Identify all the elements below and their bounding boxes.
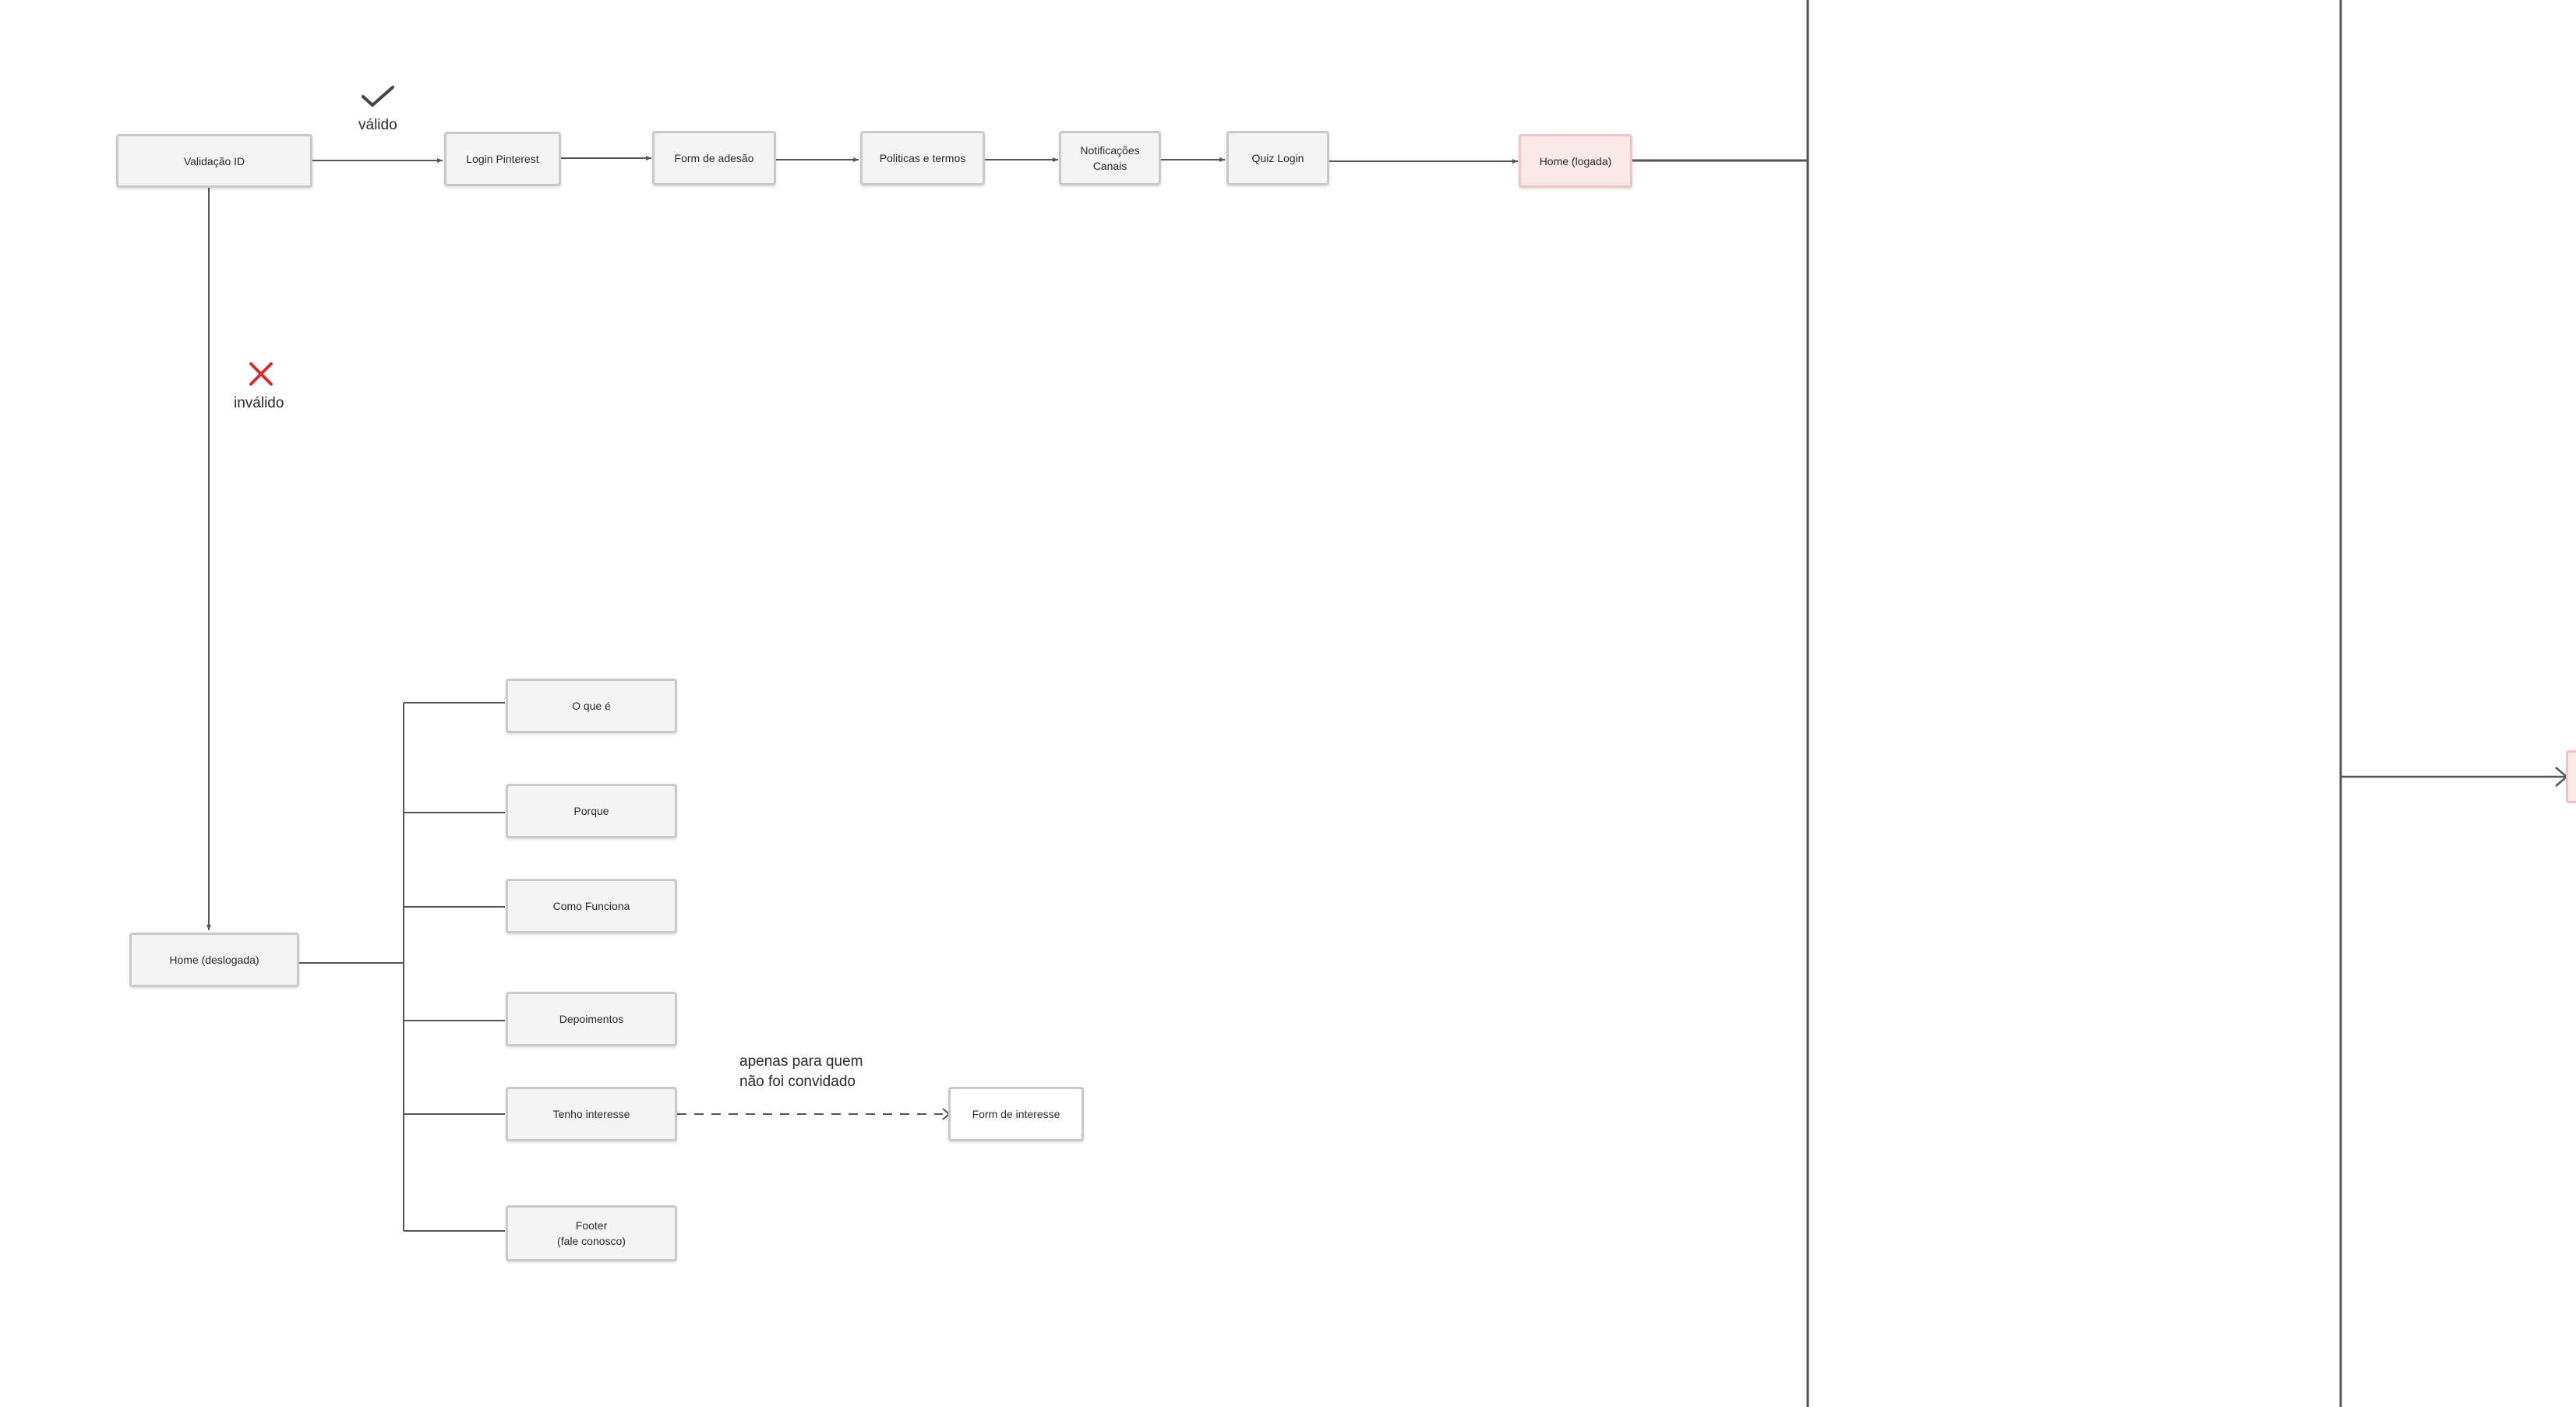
node-label: Form de adesão bbox=[674, 152, 754, 164]
invalid-label: inválido bbox=[234, 395, 284, 411]
node-tenho-interesse[interactable]: Tenho interesse bbox=[506, 1087, 677, 1141]
node-label: Porque bbox=[573, 805, 609, 817]
node-label: Notificações Canais bbox=[1080, 144, 1140, 172]
node-footer[interactable]: Footer (fale conosco) bbox=[506, 1205, 677, 1261]
connector-layer bbox=[206, 0, 2568, 1407]
node-offscreen-right[interactable] bbox=[2566, 750, 2576, 803]
flow-diagram-canvas: Validação ID Login Pinterest Form de ade… bbox=[0, 0, 2576, 1407]
node-politicas-termos[interactable]: Politicas e termos bbox=[860, 131, 985, 185]
node-porque[interactable]: Porque bbox=[506, 784, 677, 838]
node-home-deslogada[interactable]: Home (deslogada) bbox=[129, 933, 299, 987]
node-label: Footer (fale conosco) bbox=[557, 1219, 626, 1247]
node-o-que-e[interactable]: O que é bbox=[506, 679, 677, 733]
node-label: Tenho interesse bbox=[552, 1108, 630, 1120]
x-icon bbox=[249, 362, 273, 386]
node-label: Home (deslogada) bbox=[169, 954, 259, 966]
node-label: Validação ID bbox=[183, 154, 245, 168]
node-notificacoes-canais[interactable]: Notificações Canais bbox=[1059, 131, 1161, 185]
node-como-funciona[interactable]: Como Funciona bbox=[506, 879, 677, 933]
note-apenas-convidado: apenas para quem não foi convidado bbox=[739, 1053, 863, 1090]
node-validacao-id[interactable]: Validação ID bbox=[116, 134, 312, 188]
node-label: Quiz Login bbox=[1251, 152, 1304, 164]
node-label: Login Pinterest bbox=[466, 153, 539, 165]
checkmark-icon bbox=[362, 86, 394, 107]
node-form-interesse[interactable]: Form de interesse bbox=[948, 1087, 1084, 1141]
node-label: Como Funciona bbox=[552, 900, 630, 912]
node-label: Form de interesse bbox=[972, 1108, 1060, 1120]
node-login-pinterest[interactable]: Login Pinterest bbox=[444, 132, 561, 186]
node-form-adesao[interactable]: Form de adesão bbox=[652, 131, 776, 185]
node-label: Politicas e termos bbox=[879, 152, 966, 164]
node-home-logada[interactable]: Home (logada) bbox=[1519, 134, 1632, 188]
node-label: O que é bbox=[572, 700, 611, 712]
node-label: Depoimentos bbox=[559, 1013, 624, 1025]
valid-label: válido bbox=[358, 117, 397, 133]
node-depoimentos[interactable]: Depoimentos bbox=[506, 992, 677, 1046]
node-quiz-login[interactable]: Quiz Login bbox=[1226, 131, 1329, 185]
node-label: Home (logada) bbox=[1539, 154, 1612, 168]
